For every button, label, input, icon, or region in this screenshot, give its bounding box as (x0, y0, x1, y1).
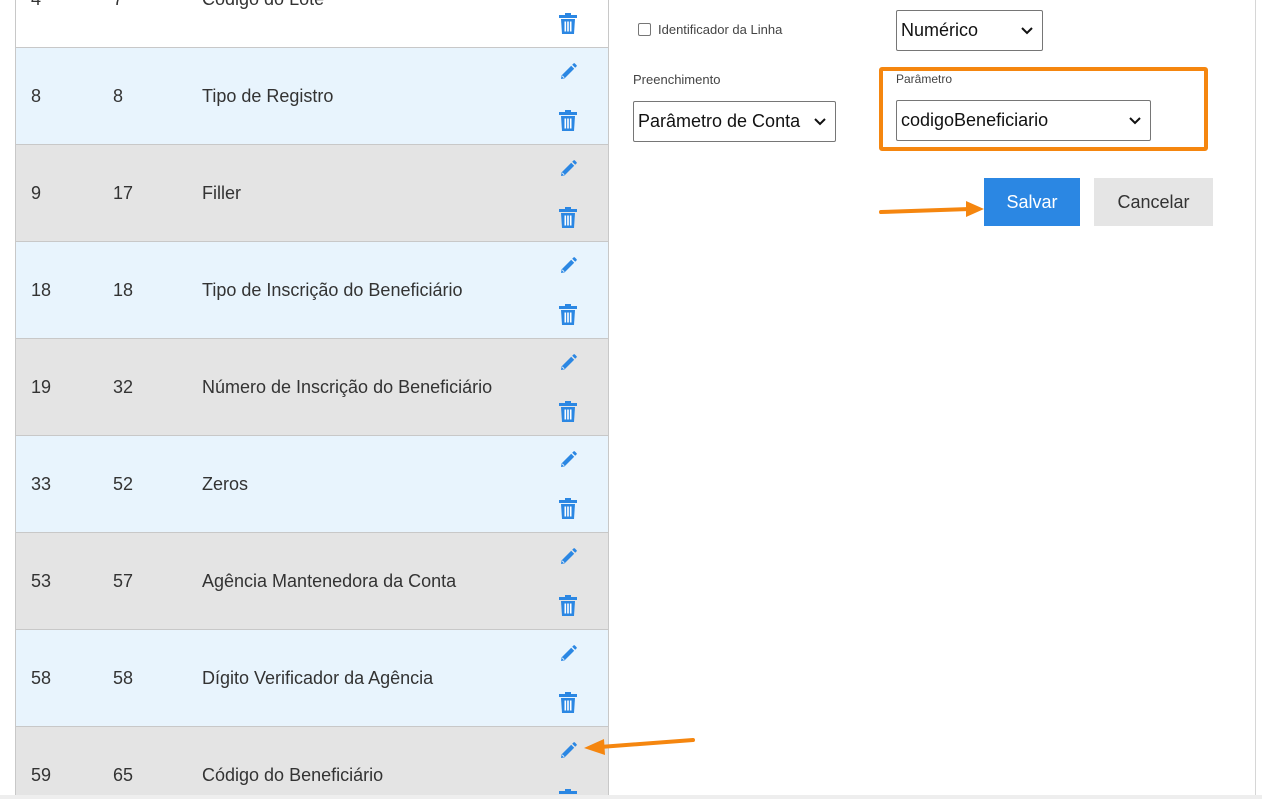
cell-start: 59 (31, 765, 52, 785)
bottom-edge (0, 795, 1262, 799)
pencil-icon[interactable] (556, 642, 580, 666)
arrow-to-save-icon (879, 201, 984, 217)
table-row: 8 8 Tipo de Registro (16, 48, 608, 145)
page: 4 7 Código do Lote 8 8 Tipo de Registro 9 17 Fil… (0, 0, 1262, 799)
cell-end: 58 (113, 668, 134, 688)
cell-start: 58 (31, 668, 52, 688)
fields-table: 4 7 Código do Lote 8 8 Tipo de Registro 9 17 Fil… (15, 0, 609, 799)
cell-end: 52 (113, 474, 134, 494)
trash-icon[interactable] (556, 206, 580, 230)
line-identifier-label: Identificador da Linha (658, 22, 783, 37)
trash-icon[interactable] (556, 691, 580, 715)
pencil-icon[interactable] (556, 157, 580, 181)
line-identifier-checkbox[interactable] (638, 23, 651, 36)
table-row: 9 17 Filler (16, 145, 608, 242)
trash-icon[interactable] (556, 400, 580, 424)
trash-icon[interactable] (556, 594, 580, 618)
panel-divider (1255, 0, 1256, 799)
cell-end: 32 (113, 377, 134, 397)
chevron-down-icon (1021, 26, 1033, 34)
type-select-value: Numérico (901, 20, 979, 40)
trash-icon[interactable] (556, 109, 580, 133)
cell-desc: Número de Inscrição do Beneficiário (202, 377, 493, 397)
save-button[interactable]: Salvar (984, 178, 1080, 226)
cell-desc: Agência Mantenedora da Conta (202, 571, 457, 591)
type-select[interactable]: Numérico (896, 10, 1043, 51)
trash-icon[interactable] (556, 497, 580, 521)
param-select[interactable]: codigoBeneficiario (896, 100, 1151, 141)
cell-end: 65 (113, 765, 134, 785)
fill-label: Preenchimento (633, 72, 721, 87)
cell-start: 4 (31, 0, 41, 48)
cell-desc: Código do Lote (202, 0, 324, 48)
pencil-icon[interactable] (556, 254, 580, 278)
cell-end: 8 (113, 86, 124, 106)
cell-start: 8 (31, 86, 42, 106)
cell-start: 19 (31, 377, 52, 397)
trash-icon[interactable] (556, 12, 580, 36)
param-label: Parâmetro (896, 72, 953, 86)
table-row: 59 65 Código do Beneficiário (16, 727, 608, 799)
param-select-value: codigoBeneficiario (901, 110, 1049, 130)
fill-select-value: Parâmetro de Conta (638, 111, 801, 131)
cell-start: 18 (31, 280, 52, 300)
fill-select[interactable]: Parâmetro de Conta (633, 101, 836, 142)
cell-desc: Tipo de Registro (202, 86, 334, 106)
table-row: 18 18 Tipo de Inscrição do Beneficiário (16, 242, 608, 339)
cell-desc: Código do Beneficiário (202, 765, 384, 785)
chevron-down-icon (1129, 116, 1141, 124)
cell-desc: Filler (202, 183, 241, 203)
pencil-icon[interactable] (556, 60, 580, 84)
pencil-icon[interactable] (556, 545, 580, 569)
cell-desc: Dígito Verificador da Agência (202, 668, 434, 688)
arrow-to-edit-icon (584, 738, 695, 755)
table-row: 58 58 Dígito Verificador da Agência (16, 630, 608, 727)
cancel-button[interactable]: Cancelar (1094, 178, 1213, 226)
cell-desc: Tipo de Inscrição do Beneficiário (202, 280, 463, 300)
chevron-down-icon (814, 117, 826, 125)
cell-desc: Zeros (202, 474, 249, 494)
cell-end: 18 (113, 280, 134, 300)
cell-start: 53 (31, 571, 52, 591)
cell-end: 7 (113, 0, 123, 48)
cell-start: 9 (31, 183, 42, 203)
pencil-icon[interactable] (556, 351, 580, 375)
trash-icon[interactable] (556, 303, 580, 327)
pencil-icon[interactable] (556, 448, 580, 472)
pencil-icon[interactable] (556, 739, 580, 763)
cell-end: 17 (113, 183, 134, 203)
table-row: 53 57 Agência Mantenedora da Conta (16, 533, 608, 630)
table-row: 4 7 Código do Lote (16, 0, 608, 48)
cell-start: 33 (31, 474, 52, 494)
line-identifier-option[interactable]: Identificador da Linha (638, 22, 782, 37)
field-edit-form: Identificador da Linha Numérico Preenchi… (609, 0, 1255, 799)
table-row: 19 32 Número de Inscrição do Beneficiário (16, 339, 608, 436)
cell-end: 57 (113, 571, 134, 591)
table-row: 33 52 Zeros (16, 436, 608, 533)
